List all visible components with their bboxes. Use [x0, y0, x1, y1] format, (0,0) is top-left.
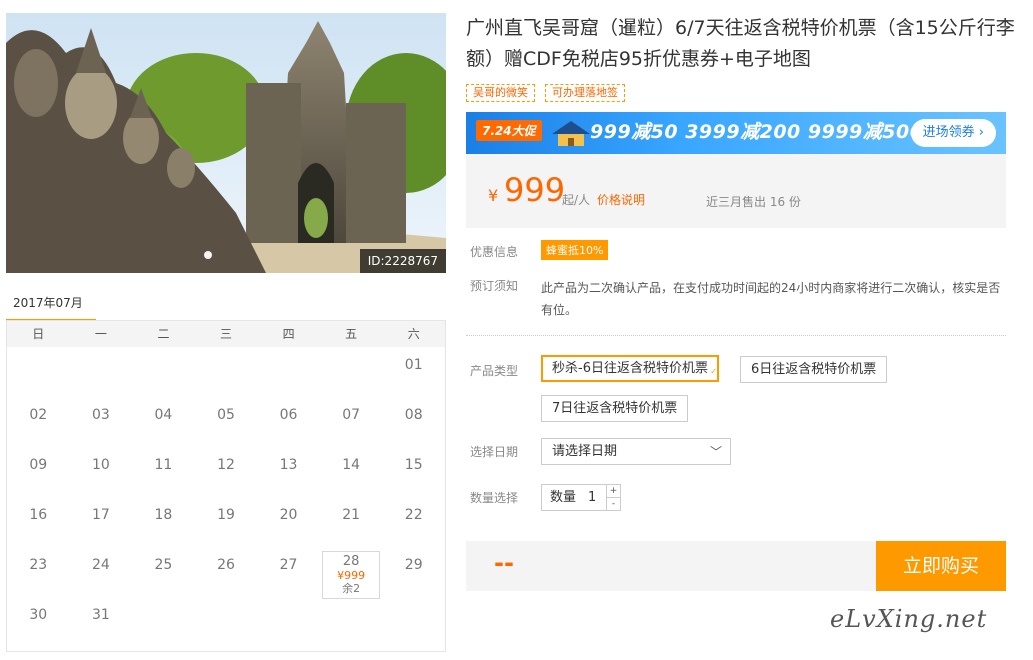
carousel-dot[interactable] — [204, 251, 212, 259]
site-watermark: eLvXing.net — [830, 605, 988, 633]
banner-sale-badge: 7.24大促 — [476, 120, 542, 141]
calendar-weekday: 日 — [32, 327, 45, 341]
calendar-empty-cell — [7, 347, 70, 397]
calendar-day: 13 — [279, 457, 298, 473]
calendar-empty-cell — [132, 347, 195, 397]
calendar-day-price: ¥999 — [337, 569, 366, 582]
angkor-gate-photo — [6, 13, 446, 273]
calendar-empty-cell — [195, 347, 258, 397]
calendar-price-box[interactable]: 28 ¥999 余2 — [321, 551, 381, 599]
product-tags: 吴哥的微笑 可办理落地签 — [466, 84, 625, 102]
section-divider — [466, 335, 1006, 336]
calendar-day: 02 — [29, 407, 48, 423]
chevron-down-icon: ﹀ — [709, 445, 722, 459]
product-type-option[interactable]: 6日往返含税特价机票 — [740, 356, 888, 383]
calendar-day: 25 — [154, 557, 173, 573]
carousel-dots[interactable] — [204, 251, 212, 259]
calendar-day: 20 — [279, 507, 298, 523]
calendar-day: 18 — [154, 507, 173, 523]
calendar-day: 09 — [29, 457, 48, 473]
promo-banner[interactable]: 7.24大促 999减50 3999减200 9999减500 进场领券 › — [466, 112, 1006, 154]
calendar-day: 27 — [279, 557, 298, 573]
calendar-day: 12 — [217, 457, 235, 473]
calendar-empty-cell — [257, 347, 320, 397]
product-hero-image[interactable]: ID:2228767 — [6, 13, 446, 273]
calendar-day: 06 — [279, 407, 298, 423]
calendar-day: 17 — [91, 507, 110, 523]
calendar-day: 31 — [91, 607, 110, 623]
calendar-day: 24 — [91, 557, 110, 573]
calendar-day: 11 — [154, 457, 173, 473]
quantity-field-label: 数量 — [550, 490, 577, 505]
select-date-label: 选择日期 — [470, 445, 519, 459]
product-tag: 可办理落地签 — [545, 84, 625, 102]
calendar-empty-cell — [320, 347, 383, 397]
booking-notice-label: 预订须知 — [470, 279, 519, 293]
calendar-grid: 01 02 03 04 05 06 07 08 09 10 11 12 13 14 15 16 17 18 19 20… — [7, 347, 445, 647]
promo-info-label: 优惠信息 — [470, 245, 519, 259]
calendar-weekday: 六 — [407, 327, 420, 341]
calendar-weekday: 三 — [220, 327, 233, 341]
temple-hut-icon — [552, 121, 590, 146]
quantity-value[interactable]: 1 — [588, 485, 596, 510]
price-calendar: 日 一 二 三 四 五 六 01 02 03 04 05 06 07 08 09 10 11 12 13 14 15 16… — [6, 320, 446, 652]
calendar-day: 08 — [404, 407, 423, 423]
calendar-day: 22 — [404, 507, 423, 523]
price-explain-link[interactable]: 价格说明 — [597, 191, 645, 208]
price-amount: 999 — [504, 171, 566, 209]
calendar-day: 16 — [29, 507, 48, 523]
calendar-day: 04 — [154, 407, 173, 423]
product-title: 广州直飞吴哥窟（暹粒）6/7天往返含税特价机票（含15公斤行李额）赠CDF免税店… — [466, 17, 1015, 70]
date-select-value: 请选择日期 — [552, 444, 618, 459]
get-coupon-button[interactable]: 进场领券 › — [910, 119, 996, 147]
banner-promo-text: 999减50 3999减200 9999减500 — [590, 121, 924, 143]
calendar-day: 21 — [342, 507, 361, 523]
sold-count: 近三月售出 16 份 — [706, 195, 801, 209]
product-type-option[interactable]: 7日往返含税特价机票 — [541, 395, 689, 422]
price-currency: ¥ — [488, 186, 499, 205]
calendar-day: 07 — [342, 407, 361, 423]
buy-now-button[interactable]: 立即购买 — [876, 541, 1006, 591]
calendar-day: 01 — [404, 357, 423, 373]
calendar-day-number: 28 — [342, 554, 360, 569]
calendar-weekday-header: 日一二三四五六 — [7, 321, 445, 347]
date-select-dropdown[interactable]: 请选择日期 ﹀ — [541, 438, 731, 465]
calendar-day: 29 — [404, 557, 423, 573]
calendar-day-stock: 余2 — [342, 582, 361, 595]
calendar-weekday: 二 — [157, 327, 170, 341]
calendar-weekday: 五 — [345, 327, 358, 341]
buy-bar: -- 立即购买 — [466, 541, 1006, 591]
product-type-label: 产品类型 — [470, 364, 519, 378]
calendar-weekday: 四 — [282, 327, 295, 341]
calendar-day: 30 — [29, 607, 48, 623]
calendar-day: 15 — [404, 457, 423, 473]
quantity-stepper[interactable]: 数量 1 + - — [541, 484, 621, 511]
quantity-label: 数量选择 — [470, 491, 519, 505]
calendar-empty-cell — [70, 347, 133, 397]
calendar-day: 26 — [217, 557, 235, 573]
price-unit: 起/人 — [562, 193, 591, 207]
product-type-option[interactable]: 秒杀-6日往返含税特价机票 — [541, 355, 719, 383]
quantity-buttons: + - — [606, 485, 620, 510]
calendar-day: 23 — [29, 557, 48, 573]
promo-badge: 蜂蜜抵10% — [541, 240, 609, 260]
calendar-month-tab[interactable]: 2017年07月 — [6, 286, 96, 322]
booking-notice-text: 此产品为二次确认产品，在支付成功时间起的24小时内商家将进行二次确认，核实是否有… — [541, 281, 1001, 317]
price-panel: ¥ 999 起/人 价格说明 近三月售出 16 份 — [466, 154, 1006, 228]
image-id-label: ID:2228767 — [359, 249, 446, 273]
calendar-day: 19 — [217, 507, 235, 523]
quantity-increase-button[interactable]: + — [607, 485, 620, 498]
product-tag: 吴哥的微笑 — [466, 84, 535, 102]
calendar-day: 03 — [91, 407, 110, 423]
quantity-decrease-button[interactable]: - — [607, 498, 620, 511]
calendar-day: 05 — [217, 407, 235, 423]
calendar-day: 10 — [91, 457, 110, 473]
calendar-day: 14 — [342, 457, 361, 473]
total-price: -- — [494, 549, 514, 577]
calendar-weekday: 一 — [94, 327, 107, 341]
calendar-day-available[interactable]: 28 ¥999 余2 — [320, 547, 383, 599]
